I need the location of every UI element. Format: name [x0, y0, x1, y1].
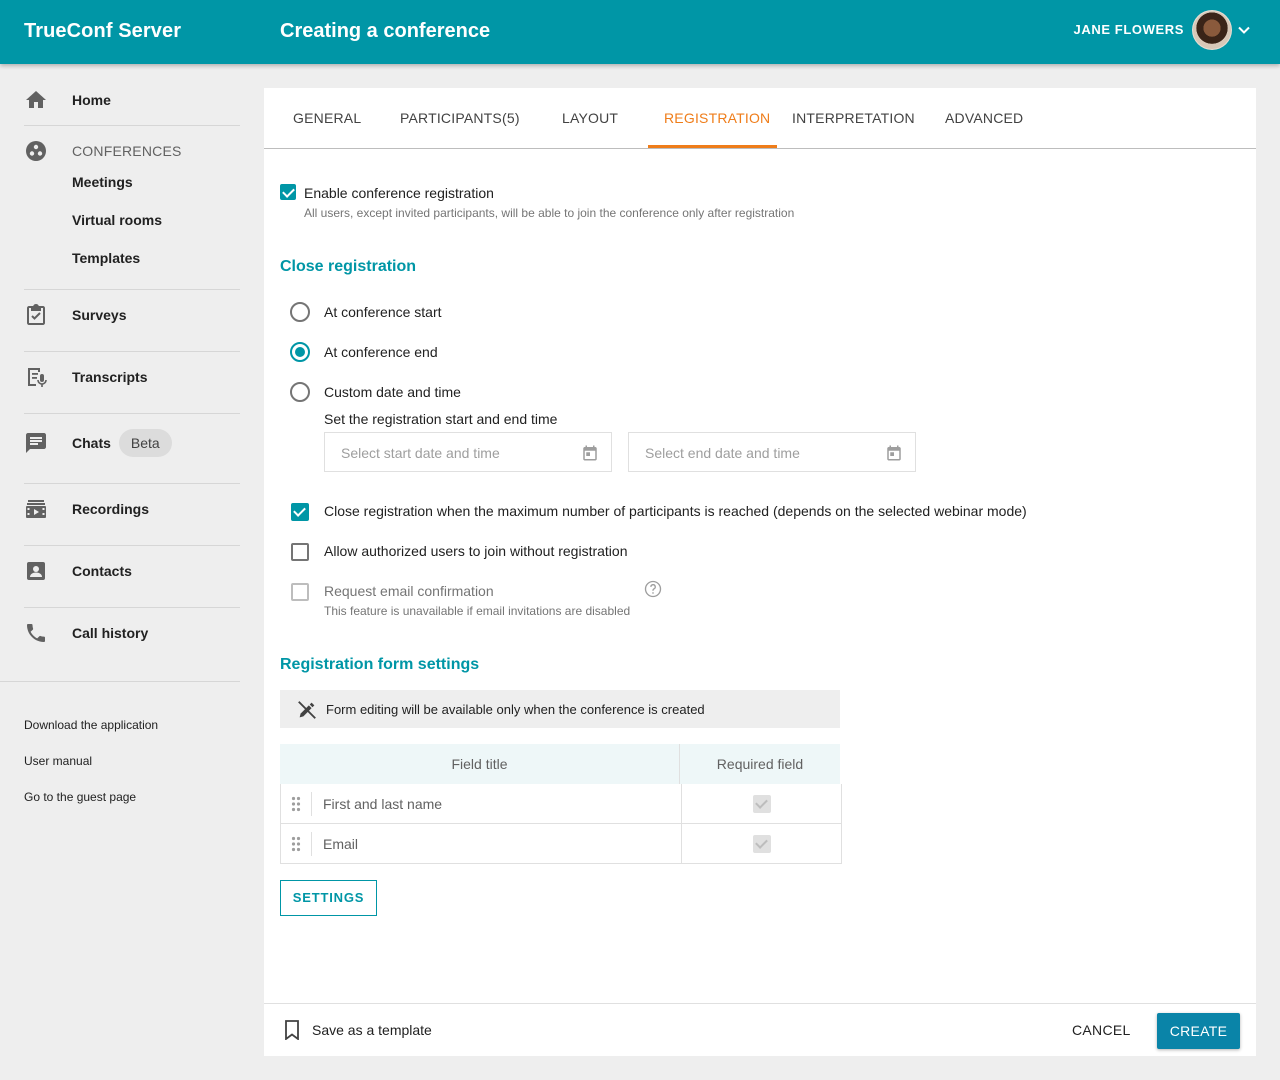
email-confirmation-hint: This feature is unavailable if email inv… [324, 604, 631, 618]
form-action-bar: Save as a template CANCEL CREATE [264, 1003, 1256, 1056]
chevron-down-icon[interactable] [1236, 22, 1252, 38]
divider [24, 289, 240, 290]
recordings-icon [26, 500, 46, 518]
phone-icon [27, 624, 45, 642]
beta-badge: Beta [118, 429, 172, 457]
tab-layout[interactable]: LAYOUT [562, 110, 618, 126]
top-app-bar: TrueConf Server Creating a conference JA… [0, 0, 1280, 64]
start-datetime-field[interactable]: Select start date and time [324, 432, 612, 472]
max-participants-label: Close registration when the maximum numb… [324, 503, 1027, 519]
sidebar-item-label: Home [72, 92, 111, 108]
email-confirmation-label: Request email confirmation [324, 583, 494, 599]
radio-at-conference-end[interactable] [290, 342, 310, 362]
sidebar-item-home[interactable]: Home [0, 82, 240, 118]
avatar[interactable] [1192, 10, 1232, 50]
close-registration-title: Close registration [280, 258, 417, 275]
clipboard-check-icon [27, 304, 45, 325]
tab-interpretation[interactable]: INTERPRETATION [792, 110, 915, 126]
home-icon [26, 91, 46, 108]
sidebar-item-virtual-rooms[interactable]: Virtual rooms [72, 212, 162, 228]
radio-label: At conference end [324, 344, 438, 360]
sidebar-item-label: Call history [72, 625, 149, 641]
allow-authorized-label: Allow authorized users to join without r… [324, 543, 628, 559]
sidebar-item-label: Recordings [72, 501, 150, 517]
form-editing-notice-text: Form editing will be available only when… [326, 702, 705, 717]
user-name[interactable]: JANE FLOWERS [1074, 22, 1184, 37]
sidebar-item-contacts[interactable]: Contacts [0, 553, 240, 589]
divider [24, 483, 240, 484]
enable-registration-hint: All users, except invited participants, … [304, 206, 795, 220]
drag-handle-icon[interactable] [291, 796, 301, 812]
field-name: Email [323, 836, 359, 852]
save-as-template-button[interactable]: Save as a template [312, 1022, 432, 1038]
start-datetime-placeholder: Select start date and time [341, 445, 500, 461]
sidebar-item-label: Contacts [72, 563, 132, 579]
end-datetime-field[interactable]: Select end date and time [628, 432, 916, 472]
required-checkbox [753, 795, 771, 813]
sidebar-item-label: Transcripts [72, 369, 148, 385]
sidebar-item-transcripts[interactable]: Transcripts [0, 359, 240, 395]
radio-custom-date-time[interactable] [290, 382, 310, 402]
divider [0, 681, 240, 682]
radio-label: Custom date and time [324, 384, 461, 400]
column-header-required: Required field [680, 744, 840, 784]
sidebar-item-recordings[interactable]: Recordings [0, 491, 240, 527]
tab-advanced[interactable]: ADVANCED [945, 110, 1023, 126]
conferences-icon [26, 141, 46, 161]
chat-icon [26, 433, 46, 453]
create-button[interactable]: CREATE [1157, 1013, 1240, 1049]
radio-label: At conference start [324, 304, 442, 320]
enable-registration-label: Enable conference registration [304, 185, 494, 201]
table-row: First and last name [280, 784, 842, 824]
sidebar-item-label: Chats [72, 435, 111, 451]
edit-off-icon [298, 701, 316, 719]
settings-button[interactable]: SETTINGS [280, 880, 377, 916]
allow-authorized-checkbox[interactable] [291, 543, 309, 561]
sidebar-item-chats[interactable]: Chats Beta [0, 425, 240, 461]
page-title: Creating a conference [280, 20, 491, 42]
sidebar-item-templates[interactable]: Templates [72, 250, 140, 266]
transcript-icon [28, 368, 47, 387]
calendar-icon [583, 445, 597, 461]
divider [24, 351, 240, 352]
table-row: Email [280, 824, 842, 864]
column-header-field-title: Field title [280, 744, 680, 784]
required-checkbox [753, 835, 771, 853]
divider [24, 607, 240, 608]
cancel-button[interactable]: CANCEL [1072, 1022, 1131, 1038]
radio-at-conference-start[interactable] [290, 302, 310, 322]
custom-time-hint: Set the registration start and end time [324, 411, 558, 427]
sidebar-item-surveys[interactable]: Surveys [0, 297, 240, 333]
sidebar-item-call-history[interactable]: Call history [0, 615, 240, 651]
calendar-icon [887, 445, 901, 461]
app-title: TrueConf Server [24, 20, 182, 42]
tab-participants[interactable]: PARTICIPANTS(5) [400, 110, 520, 126]
max-participants-checkbox[interactable] [291, 503, 309, 521]
divider [24, 545, 240, 546]
tab-bar: GENERAL PARTICIPANTS(5) LAYOUT REGISTRAT… [264, 88, 1256, 149]
download-app-link[interactable]: Download the application [24, 718, 158, 732]
divider [24, 413, 240, 414]
conference-form-card: GENERAL PARTICIPANTS(5) LAYOUT REGISTRAT… [264, 88, 1256, 1056]
contact-icon [27, 562, 45, 580]
user-manual-link[interactable]: User manual [24, 754, 92, 768]
tab-registration[interactable]: REGISTRATION [664, 110, 770, 126]
tab-general[interactable]: GENERAL [293, 110, 361, 126]
sidebar-item-label: Surveys [72, 307, 127, 323]
enable-registration-checkbox[interactable] [280, 184, 296, 200]
end-datetime-placeholder: Select end date and time [645, 445, 800, 461]
form-settings-title: Registration form settings [280, 656, 480, 673]
email-confirmation-checkbox[interactable] [291, 583, 309, 601]
active-tab-indicator [648, 145, 777, 148]
guest-page-link[interactable]: Go to the guest page [24, 790, 136, 804]
field-name: First and last name [323, 796, 443, 812]
divider [24, 125, 240, 126]
conferences-heading: CONFERENCES [72, 143, 182, 159]
bookmark-icon[interactable] [284, 1020, 300, 1040]
drag-handle-icon[interactable] [291, 836, 301, 852]
form-editing-notice: Form editing will be available only when… [280, 690, 840, 728]
help-icon[interactable] [644, 580, 662, 598]
sidebar: Home CONFERENCES Meetings Virtual rooms … [0, 64, 240, 1080]
sidebar-item-meetings[interactable]: Meetings [72, 174, 133, 190]
